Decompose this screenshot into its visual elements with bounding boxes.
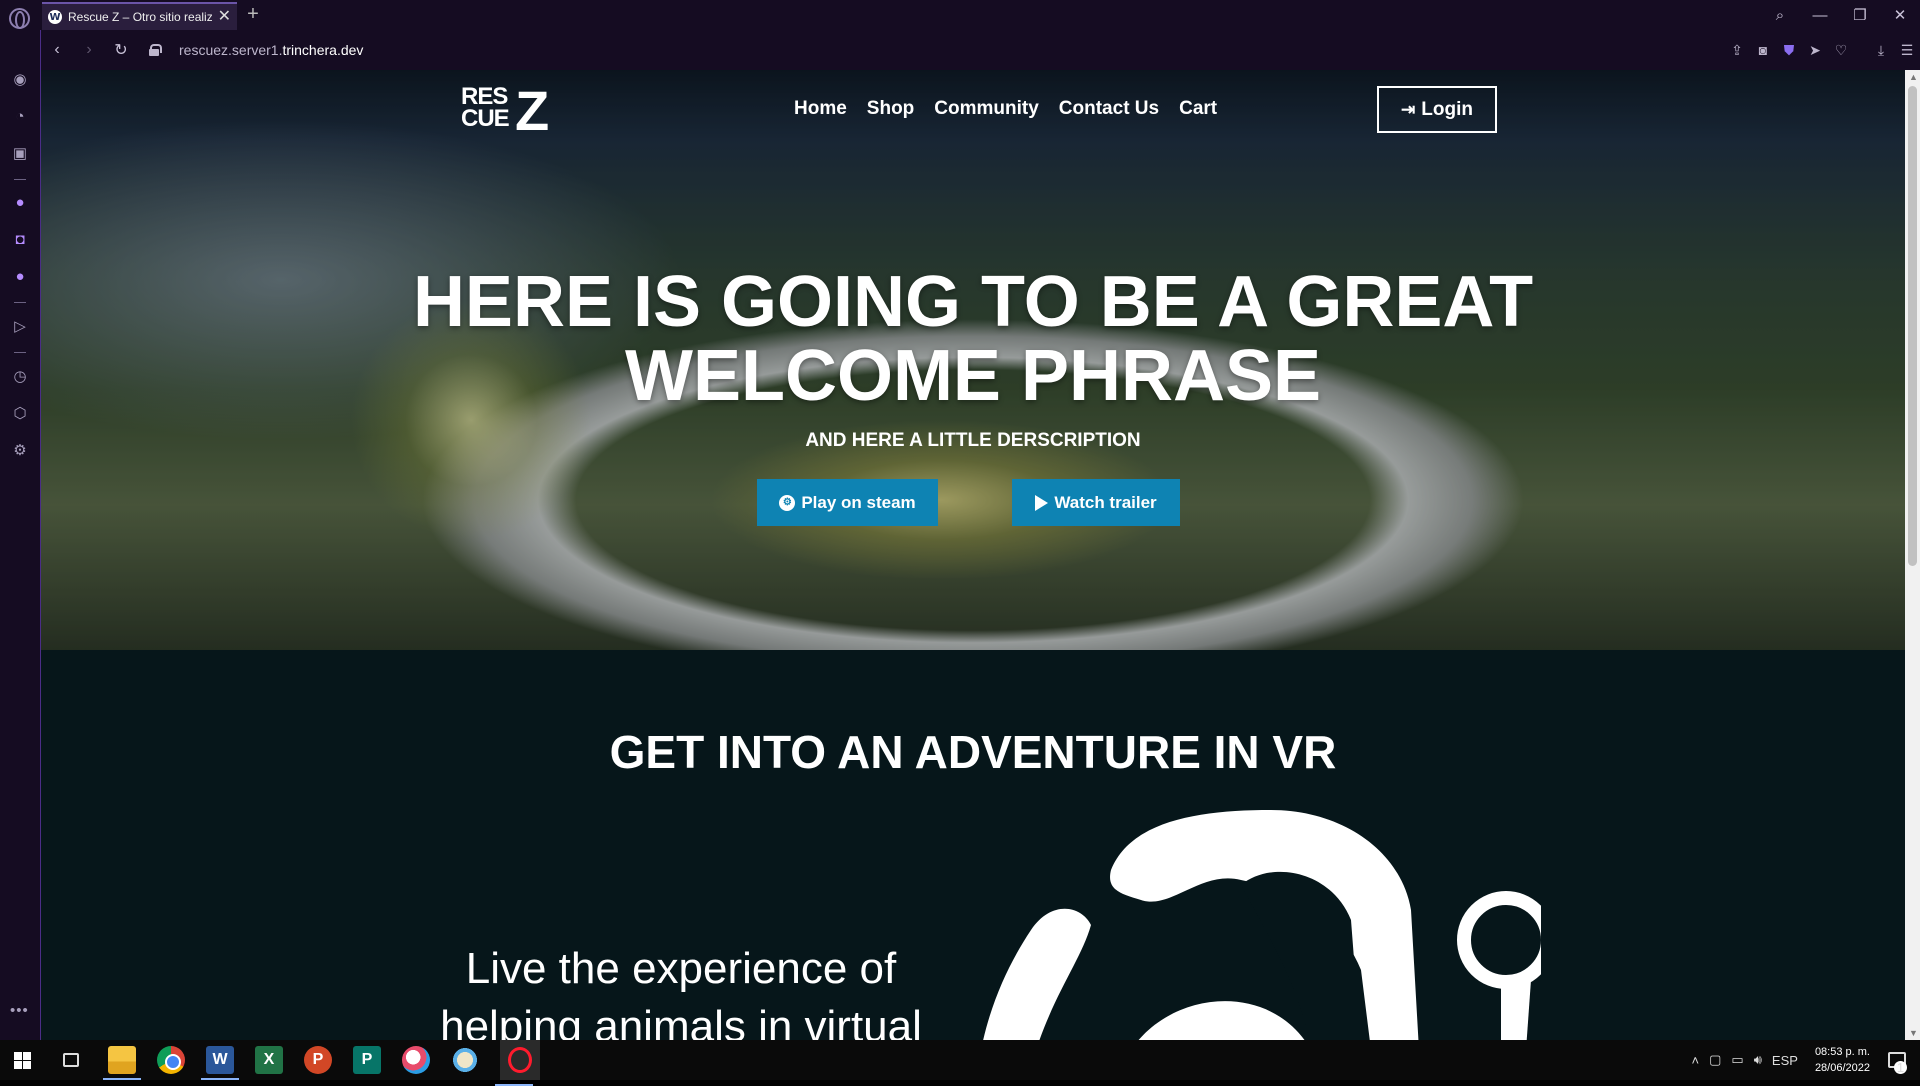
download-icon[interactable]: ⤓	[1868, 42, 1894, 59]
player-icon[interactable]: ▷	[10, 317, 30, 337]
more-icon[interactable]: •••	[10, 1002, 29, 1019]
restore-icon[interactable]: ❐	[1840, 6, 1880, 24]
section-text: Live the experience of helping animals i…	[440, 944, 922, 1040]
play-icon	[1035, 494, 1049, 511]
instagram-icon[interactable]: ◘	[10, 230, 30, 250]
excel-icon[interactable]: X	[255, 1046, 283, 1074]
opera-taskbar-icon[interactable]	[495, 1040, 540, 1086]
language-indicator[interactable]: ESP	[1772, 1053, 1798, 1068]
play-on-steam-button[interactable]: ⚙ Play on steam	[757, 479, 938, 526]
main-nav: Home Shop Community Contact Us Cart	[794, 98, 1217, 120]
nav-cart[interactable]: Cart	[1179, 98, 1217, 120]
publisher-icon[interactable]: P	[353, 1046, 381, 1074]
notification-center-icon[interactable]: 1	[1888, 1052, 1907, 1074]
easy-setup-icon[interactable]: ☰	[1894, 42, 1920, 59]
watch-trailer-button[interactable]: Watch trailer	[1012, 479, 1180, 526]
share-icon[interactable]: ⇪	[1724, 42, 1750, 59]
shopping-icon[interactable]: ▣	[10, 144, 30, 164]
tab-close-icon[interactable]: ✕	[218, 9, 231, 25]
browser-sidebar: ◉ ◔ ▣ ● ◘ ● ▷ ◷ ⬡ ⚙ •••	[0, 30, 41, 1040]
twitter-icon[interactable]: ●	[10, 267, 30, 287]
nav-community[interactable]: Community	[934, 98, 1039, 120]
hero-title: HERE IS GOING TO BE A GREAT WELCOME PHRAS…	[412, 262, 1534, 416]
opera-menu-icon[interactable]	[9, 8, 30, 29]
file-explorer-icon[interactable]	[103, 1046, 141, 1080]
settings-gear-icon[interactable]: ⚙	[10, 441, 30, 461]
network-icon[interactable]: ▭	[1731, 1052, 1743, 1068]
nav-shop[interactable]: Shop	[867, 98, 915, 120]
browser-tab[interactable]: W Rescue Z – Otro sitio realizado con Wo…	[42, 2, 237, 30]
speed-dial-icon[interactable]: ◔	[10, 107, 30, 127]
windows-taskbar: W X P P ˄ ▢ ▭ 🔊︎ ESP 08:53 p. m. 28/06/2…	[0, 1040, 1920, 1086]
scroll-up-icon[interactable]: ▲	[1909, 72, 1918, 82]
steam-icon: ⚙	[779, 494, 796, 511]
gamepad-icon[interactable]: ◉	[10, 70, 30, 90]
forward-icon[interactable]: ›	[73, 41, 105, 59]
history-icon[interactable]: ◷	[10, 367, 30, 387]
scroll-thumb[interactable]	[1908, 86, 1917, 566]
clock-time: 08:53 p. m.	[1814, 1046, 1870, 1058]
vpn-shield-icon[interactable]: ⛊	[1776, 42, 1802, 59]
meet-now-icon[interactable]: ▢	[1709, 1052, 1721, 1068]
vr-headset-illustration	[983, 810, 1541, 1040]
login-button[interactable]: ⇥ Login	[1377, 86, 1497, 133]
show-hidden-icons-icon[interactable]: ˄	[1692, 1053, 1700, 1068]
sign-in-icon: ⇥	[1401, 99, 1416, 119]
site-logo[interactable]: RES CUE Z	[461, 79, 556, 142]
whatsapp-icon[interactable]: ●	[10, 193, 30, 213]
volume-icon[interactable]: 🔊︎	[1754, 1052, 1762, 1068]
scroll-down-icon[interactable]: ▼	[1909, 1028, 1918, 1038]
heart-icon[interactable]: ♡	[1828, 42, 1854, 59]
section-title: GET INTO AN ADVENTURE IN VR	[609, 726, 1337, 778]
back-icon[interactable]: ‹	[41, 41, 73, 59]
paint-3d-icon[interactable]	[402, 1046, 430, 1074]
window-controls: ⌕ — ❐ ✕	[1760, 0, 1920, 30]
new-tab-icon[interactable]: +	[244, 3, 262, 25]
lock-icon[interactable]	[149, 44, 162, 56]
close-window-icon[interactable]: ✕	[1880, 6, 1920, 24]
logo-z: Z	[515, 79, 550, 142]
wordpress-favicon-icon: W	[48, 10, 62, 24]
browser-titlebar: W Rescue Z – Otro sitio realizado con Wo…	[0, 0, 1920, 30]
hero-section: RES CUE Z Home Shop Community Contact Us …	[41, 70, 1905, 650]
address-tools: ⇪ ◙ ⛊ ➤ ♡ ⤓ ☰	[1724, 30, 1920, 70]
word-icon[interactable]: W	[201, 1046, 239, 1080]
powerpoint-icon[interactable]: P	[304, 1046, 332, 1074]
paint-icon[interactable]	[451, 1046, 479, 1074]
windows-start-icon[interactable]	[14, 1052, 31, 1069]
extensions-icon[interactable]: ⬡	[10, 404, 30, 424]
page-viewport: RES CUE Z Home Shop Community Contact Us …	[41, 70, 1905, 1040]
hero-subtitle: AND HERE A LITTLE DERSCRIPTION	[805, 430, 1141, 451]
clock[interactable]: 08:53 p. m. 28/06/2022	[1815, 1044, 1870, 1076]
tab-title: Rescue Z – Otro sitio realizado con Word…	[68, 10, 212, 24]
send-icon[interactable]: ➤	[1802, 42, 1828, 59]
nav-contact-us[interactable]: Contact Us	[1059, 98, 1159, 120]
task-view-icon[interactable]	[63, 1053, 79, 1067]
system-tray: ˄ ▢ ▭ 🔊︎ ESP 08:53 p. m. 28/06/2022 1	[1687, 1040, 1920, 1080]
nav-home[interactable]: Home	[794, 98, 847, 120]
minimize-icon[interactable]: —	[1800, 7, 1840, 24]
search-tabs-icon[interactable]: ⌕	[1760, 7, 1800, 24]
camera-icon[interactable]: ◙	[1750, 42, 1776, 58]
reload-icon[interactable]: ↻	[105, 40, 137, 60]
chrome-icon[interactable]	[157, 1046, 185, 1074]
logo-text: RES CUE	[461, 83, 510, 132]
clock-date: 28/06/2022	[1814, 1062, 1870, 1074]
address-bar: ‹ › ↻ rescuez.server1.trinchera.dev ⇪ ◙ …	[41, 30, 1920, 70]
login-label: Login	[1421, 98, 1473, 120]
url-field[interactable]: rescuez.server1.trinchera.dev	[179, 42, 363, 58]
page-scrollbar[interactable]: ▲ ▼	[1905, 70, 1920, 1040]
notification-badge: 1	[1894, 1061, 1907, 1074]
